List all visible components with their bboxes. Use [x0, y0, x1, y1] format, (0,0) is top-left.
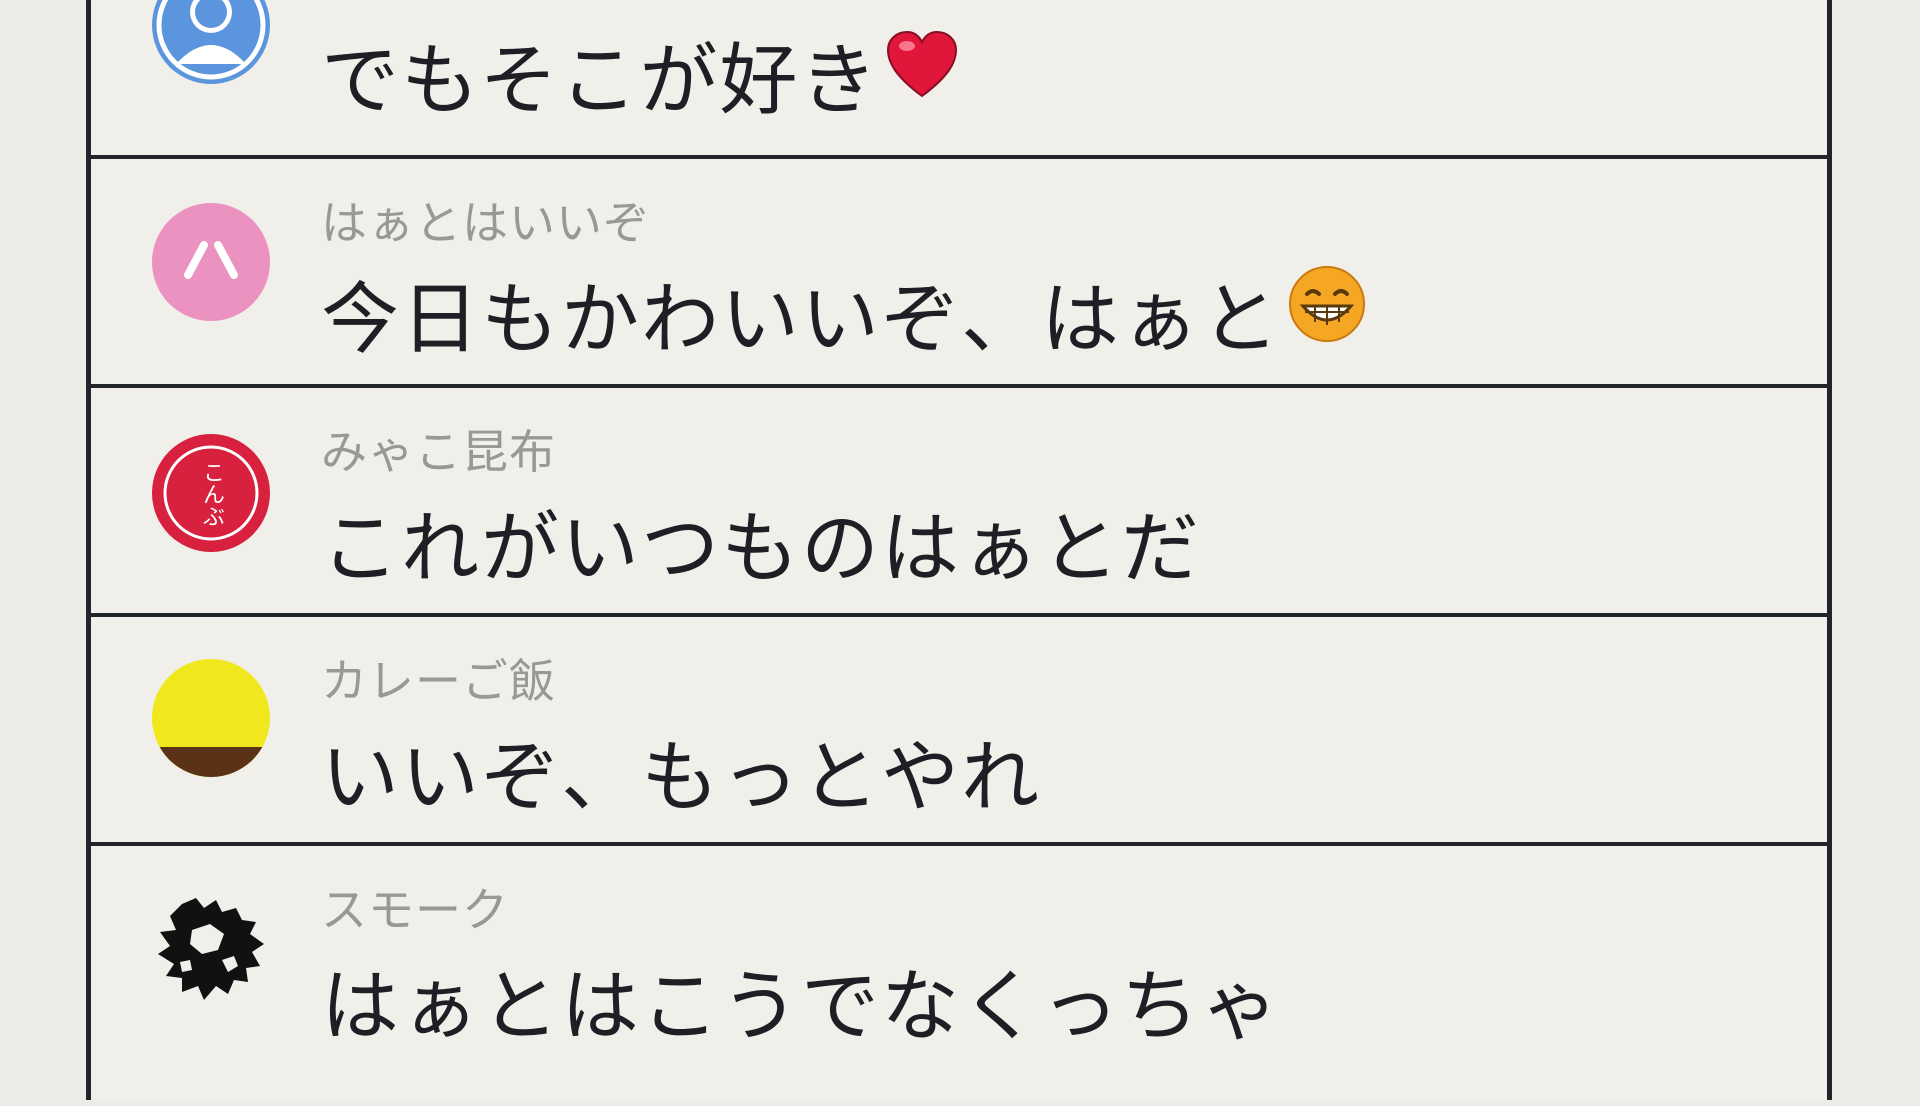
- comment-username: みゃこ昆布: [321, 425, 556, 479]
- comment-row[interactable]: スモーク はぁとはこうでなくっちゃ: [91, 846, 1827, 1106]
- comment-message-row: いいぞ、もっとやれ: [321, 715, 1041, 827]
- comment-username: スモーク: [321, 883, 509, 937]
- heart-icon: [885, 29, 959, 119]
- comment-row[interactable]: カレーご飯 いいぞ、もっとやれ: [91, 617, 1827, 846]
- curry-rice-avatar: [152, 659, 270, 777]
- smoke-splat-icon: [158, 898, 264, 1000]
- smoke-splat-avatar: [152, 890, 270, 1008]
- comment-message: いいぞ、もっとやれ: [321, 733, 1042, 823]
- comment-message: 今日もかわいいぞ、はぁと: [321, 275, 1282, 365]
- konbu-seal-avatar: こんぶ: [152, 434, 270, 552]
- comment-username: はぁとはいいぞ: [321, 196, 650, 250]
- user-silhouette-icon: [156, 0, 266, 80]
- curry-rice-icon: [152, 747, 270, 777]
- comment-message-row: でもそこが好き: [321, 18, 959, 130]
- comment-username: 匿名希望: [321, 0, 509, 8]
- pink-face-icon: [184, 241, 238, 279]
- comment-row[interactable]: はぁとはいいぞ 今日もかわいいぞ、はぁと: [91, 159, 1827, 388]
- comment-username: カレーご飯: [321, 654, 556, 708]
- comment-message: はぁとはこうでなくっちゃ: [321, 962, 1282, 1052]
- comment-message-row: はぁとはこうでなくっちゃ: [321, 944, 1281, 1056]
- comment-row[interactable]: 匿名希望 でもそこが好き: [91, 0, 1827, 159]
- screen: 匿名希望 でもそこが好き はぁとはいいぞ: [0, 0, 1920, 1100]
- comment-message: でもそこが好き: [321, 36, 880, 126]
- comment-message-row: これがいつものはぁとだ: [321, 486, 1201, 598]
- comment-message-row: 今日もかわいいぞ、はぁと: [321, 257, 1367, 369]
- grinning-face-icon: [1287, 264, 1367, 363]
- comment-message: これがいつものはぁとだ: [321, 504, 1202, 594]
- default-user-avatar: [152, 0, 270, 84]
- comment-row[interactable]: こんぶ みゃこ昆布 これがいつものはぁとだ: [91, 388, 1827, 617]
- avatar-seal-text: こんぶ: [199, 461, 224, 527]
- pink-face-avatar: [152, 203, 270, 321]
- comment-list[interactable]: 匿名希望 でもそこが好き はぁとはいいぞ: [86, 0, 1832, 1100]
